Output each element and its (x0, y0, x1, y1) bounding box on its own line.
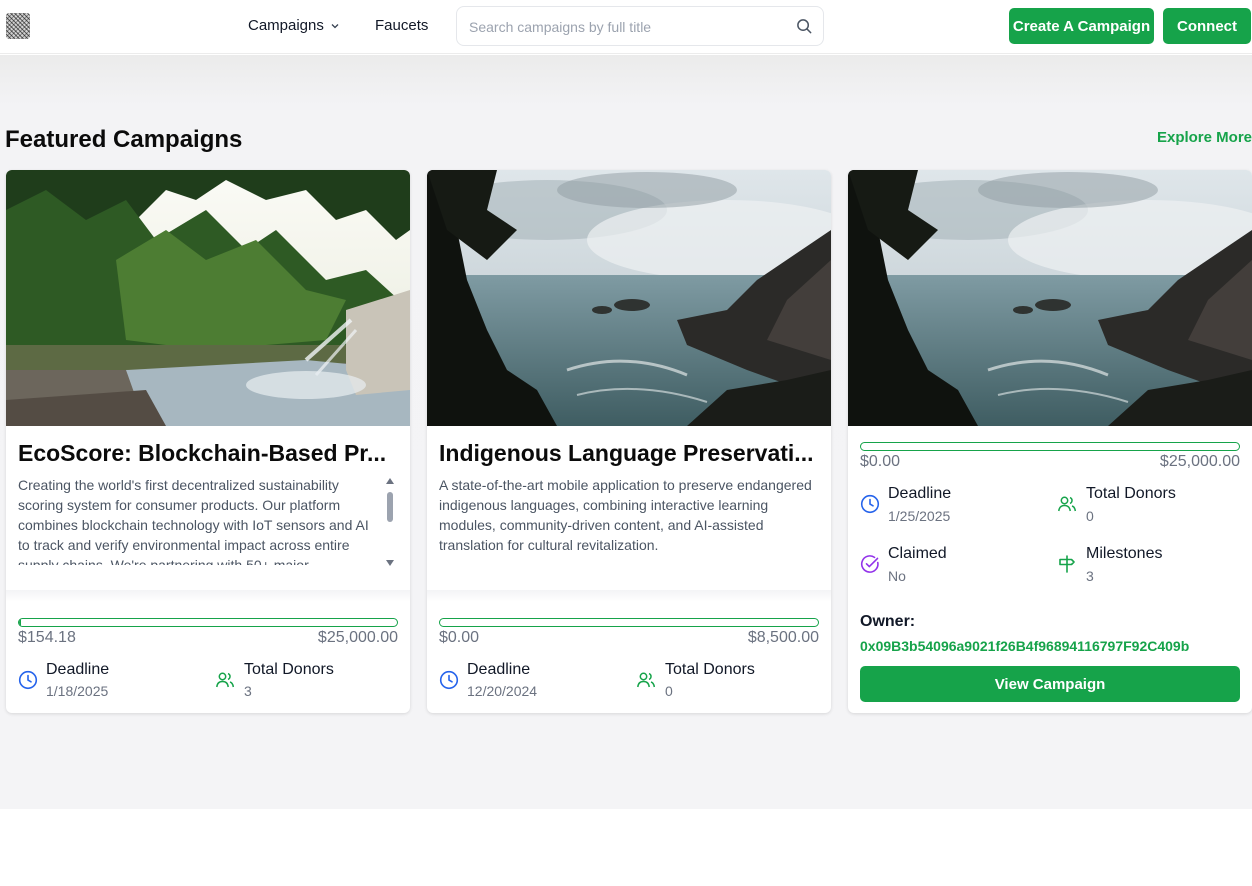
search-input[interactable] (469, 16, 789, 38)
nav-campaigns-dropdown[interactable]: Campaigns (248, 17, 340, 34)
view-campaign-button[interactable]: View Campaign (860, 666, 1240, 702)
check-circle-icon (860, 555, 879, 573)
campaign-title: Indigenous Language Preservati... (439, 440, 814, 466)
goal-amount: $8,500.00 (747, 629, 819, 646)
total-donors-label: Total Donors (665, 661, 755, 678)
campaign-image (427, 170, 831, 426)
claimed-label: Claimed (888, 545, 947, 562)
campaign-card[interactable]: Indigenous Language Preservati... A stat… (427, 170, 831, 713)
users-icon (637, 672, 656, 688)
owner-label: Owner: (860, 613, 916, 630)
card-divider (6, 590, 410, 602)
nav-campaigns-label: Campaigns (248, 17, 324, 34)
create-campaign-button[interactable]: Create A Campaign (1009, 8, 1154, 44)
users-icon (216, 672, 235, 688)
users-icon (1058, 496, 1077, 512)
milestones-value: 3 (1086, 568, 1094, 584)
campaign-image (848, 170, 1252, 426)
campaign-description: Creating the world's first decentralized… (18, 477, 369, 565)
campaign-description: A state-of-the-art mobile application to… (439, 477, 812, 553)
connect-wallet-button[interactable]: Connect (1163, 8, 1251, 44)
top-navigation-bar: Campaigns Faucets Create A Campaign Conn… (0, 0, 1252, 54)
amount-raised: $0.00 (860, 453, 901, 470)
total-donors-label: Total Donors (1086, 485, 1176, 502)
goal-amount: $25,000.00 (1159, 453, 1240, 470)
campaign-card[interactable]: $0.00 $25,000.00 Deadline 1/25/2025 Tota… (848, 170, 1252, 713)
total-donors-value: 0 (1086, 508, 1094, 524)
total-donors-value: 3 (244, 683, 252, 699)
progress-bar (860, 442, 1240, 451)
owner-address[interactable]: 0x09B3b54096a9021f26B4f96894116797F92C40… (860, 638, 1189, 654)
campaign-title: EcoScore: Blockchain-Based Pr... (18, 440, 387, 466)
clock-icon (18, 670, 38, 690)
total-donors-value: 0 (665, 683, 673, 699)
deadline-label: Deadline (888, 485, 952, 502)
explore-more-link[interactable]: Explore More (1157, 129, 1252, 146)
nav-faucets-label: Faucets (375, 17, 429, 34)
logo-icon[interactable] (6, 13, 30, 39)
deadline-label: Deadline (467, 661, 531, 678)
progress-bar (439, 618, 819, 627)
deadline-label: Deadline (46, 661, 110, 678)
clock-icon (860, 494, 880, 514)
campaign-card[interactable]: EcoScore: Blockchain-Based Pr... Creatin… (6, 170, 410, 713)
claimed-value: No (888, 568, 906, 584)
nav-faucets-link[interactable]: Faucets (375, 17, 428, 34)
clock-icon (439, 670, 459, 690)
progress-fill (19, 619, 22, 626)
search-box (456, 6, 824, 46)
deadline-value: 12/20/2024 (467, 683, 538, 699)
deadline-value: 1/25/2025 (888, 508, 951, 524)
search-icon[interactable] (796, 18, 813, 35)
goal-amount: $25,000.00 (317, 629, 398, 646)
description-scrollbar[interactable] (384, 476, 396, 568)
progress-bar (18, 618, 398, 627)
deadline-value: 1/18/2025 (46, 683, 109, 699)
chevron-down-icon (331, 23, 339, 28)
signpost-icon (1059, 555, 1075, 573)
total-donors-label: Total Donors (244, 661, 334, 678)
section-title: Featured Campaigns (5, 126, 243, 153)
amount-raised: $154.18 (18, 629, 76, 646)
milestones-label: Milestones (1086, 545, 1163, 562)
main-content: Featured Campaigns Explore More EcoScore… (0, 55, 1252, 809)
card-divider (427, 590, 831, 602)
campaign-image (6, 170, 410, 426)
amount-raised: $0.00 (439, 629, 480, 646)
